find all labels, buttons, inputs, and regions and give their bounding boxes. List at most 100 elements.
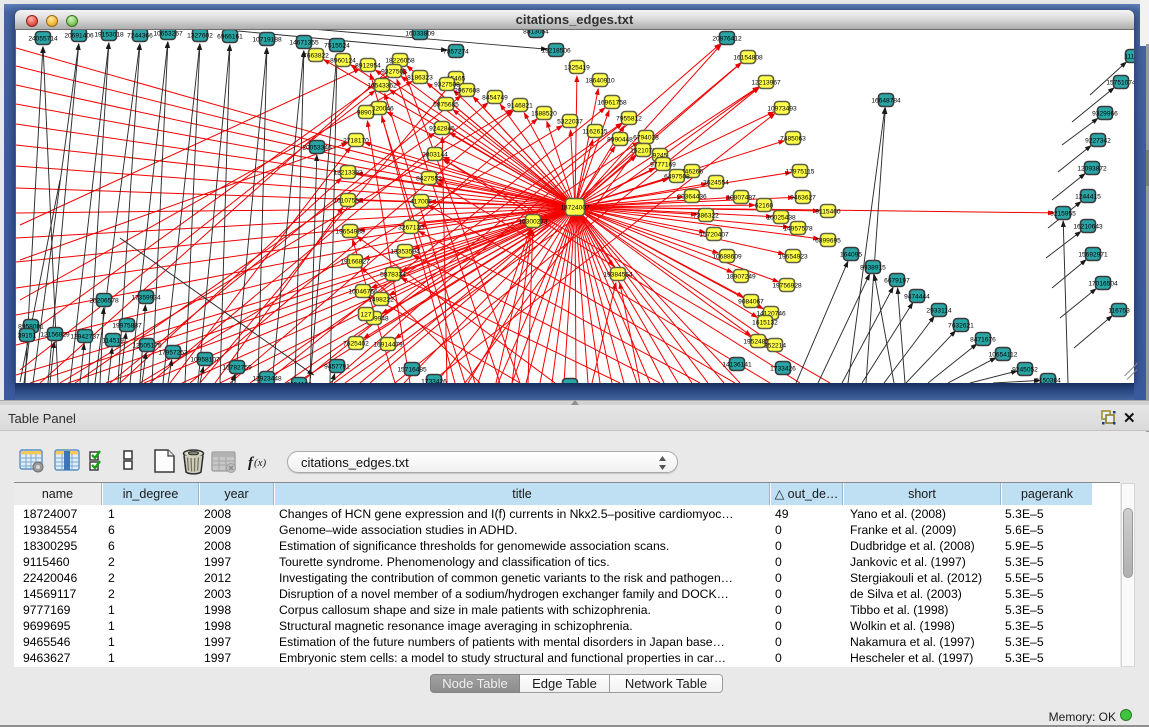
svg-text:1162615: 1162615 [582,129,608,136]
svg-text:20364436: 20364436 [677,194,707,201]
svg-text:6899695: 6899695 [815,238,841,245]
svg-text:12156829: 12156829 [40,332,70,339]
svg-text:7654103: 7654103 [286,382,312,384]
svg-text:19654988: 19654988 [335,229,365,236]
svg-text:1733426: 1733426 [770,366,796,373]
svg-text:18907249: 18907249 [726,274,756,281]
svg-text:9150384: 9150384 [1035,378,1061,384]
svg-text:2718170: 2718170 [343,138,369,145]
svg-text:14671355: 14671355 [289,40,319,47]
svg-text:17016504: 17016504 [1088,281,1118,288]
svg-text:9457791: 9457791 [324,364,350,371]
svg-text:19975887: 19975887 [112,323,142,330]
svg-text:12923448: 12923448 [252,376,282,383]
svg-text:62160: 62160 [755,203,774,210]
svg-text:14957578: 14957578 [783,226,813,233]
svg-text:19218506: 19218506 [541,48,571,55]
svg-text:114519: 114519 [102,338,124,345]
svg-text:14136141: 14136141 [722,362,752,369]
svg-text:8912954: 8912954 [355,63,381,70]
svg-text:1244415: 1244415 [1075,194,1101,201]
svg-text:15716485: 15716485 [397,367,427,374]
svg-text:12505175: 12505175 [132,343,162,350]
svg-text:1325419: 1325419 [564,65,590,72]
svg-text:10973493: 10973493 [767,106,797,113]
svg-text:12942737: 12942737 [70,334,100,341]
svg-text:10653267: 10653267 [153,31,183,38]
svg-text:18300273: 18300273 [518,219,548,226]
svg-text:19384554: 19384554 [603,272,633,279]
svg-text:9474444: 9474444 [904,294,930,301]
svg-text:7386322: 7386322 [693,213,719,220]
svg-text:7632621: 7632621 [948,323,974,330]
svg-text:8990448: 8990448 [607,137,633,144]
svg-text:20053346: 20053346 [302,145,332,152]
svg-text:7857274: 7857274 [443,49,469,56]
svg-text:9084067: 9084067 [738,299,764,306]
svg-text:1588520: 1588520 [531,111,557,118]
svg-text:17359934: 17359934 [131,295,161,302]
svg-text:6794028: 6794028 [633,135,659,142]
svg-text:7663822: 7663822 [303,53,329,60]
svg-text:7485063: 7485063 [780,136,806,143]
svg-text:16648784: 16648784 [871,98,901,105]
svg-text:9463627: 9463627 [790,195,816,202]
svg-text:9329966: 9329966 [1092,111,1118,118]
svg-text:252214: 252214 [764,343,786,350]
svg-text:9146821: 9146821 [507,103,533,110]
svg-text:5878334: 5878334 [380,272,406,279]
svg-text:3624554: 3624554 [703,180,729,187]
svg-text:1615132: 1615132 [752,320,778,327]
svg-text:6679197: 6679197 [884,278,910,285]
svg-text:17957253: 17957253 [158,350,188,357]
svg-text:7625402: 7625402 [343,341,369,348]
svg-text:9245052: 9245052 [1012,367,1038,374]
svg-text:16782759: 16782759 [222,365,252,372]
svg-text:1498222: 1498222 [368,297,394,304]
svg-text:10807487: 10807487 [726,195,756,202]
svg-text:10719188: 10719188 [252,37,282,44]
svg-text:16961758: 16961758 [597,100,627,107]
svg-text:2967608: 2967608 [454,88,480,95]
svg-text:10654112: 10654112 [989,352,1018,359]
svg-text:18640910: 18640910 [585,78,615,85]
svg-text:9327503: 9327503 [381,69,407,76]
svg-text:12213383: 12213383 [333,170,363,177]
svg-text:9777169: 9777169 [650,162,676,169]
svg-text:20876412: 20876412 [712,36,742,43]
svg-text:3267130: 3267130 [398,225,424,232]
svg-text:8186323: 8186323 [407,75,433,82]
svg-text:13353594: 13353594 [390,249,420,256]
svg-text:16543362: 16543362 [367,83,397,90]
svg-text:10107553: 10107553 [333,198,363,205]
svg-text:8454749: 8454749 [482,95,508,102]
svg-text:9242845: 9242845 [429,126,455,133]
svg-text:6497508: 6497508 [664,174,690,181]
svg-text:9227342: 9227342 [1085,138,1111,145]
svg-text:16914479: 16914479 [373,342,403,349]
svg-text:11121: 11121 [1124,54,1134,61]
svg-text:12213967: 12213967 [751,80,781,87]
svg-text:18724007: 18724007 [560,205,590,212]
svg-text:1733426: 1733426 [421,379,447,384]
svg-text:2933114: 2933114 [926,308,952,315]
svg-text:116753: 116753 [1108,308,1130,315]
svg-text:10025438: 10025438 [766,215,796,222]
svg-text:12093872: 12093872 [1077,166,1107,173]
svg-text:8471676: 8471676 [970,337,996,344]
svg-text:10688609: 10688609 [712,254,742,261]
svg-text:127: 127 [360,312,371,319]
svg-text:8813054: 8813054 [523,30,549,36]
svg-text:19153018: 19153018 [94,32,124,39]
svg-text:17975115: 17975115 [786,169,815,176]
svg-text:20691406: 20691406 [64,33,94,40]
svg-text:24055714: 24055714 [28,36,58,43]
svg-text:15720407: 15720407 [699,232,729,239]
svg-text:18226058: 18226058 [385,58,415,65]
svg-text:9115460: 9115460 [815,209,841,216]
svg-text:(x): (x) [254,457,267,469]
svg-text:8960124: 8960124 [330,58,356,65]
svg-text:8938915: 8938915 [860,265,886,272]
svg-text:16210643: 16210643 [1073,224,1103,231]
svg-text:6966161: 6966161 [217,34,243,41]
